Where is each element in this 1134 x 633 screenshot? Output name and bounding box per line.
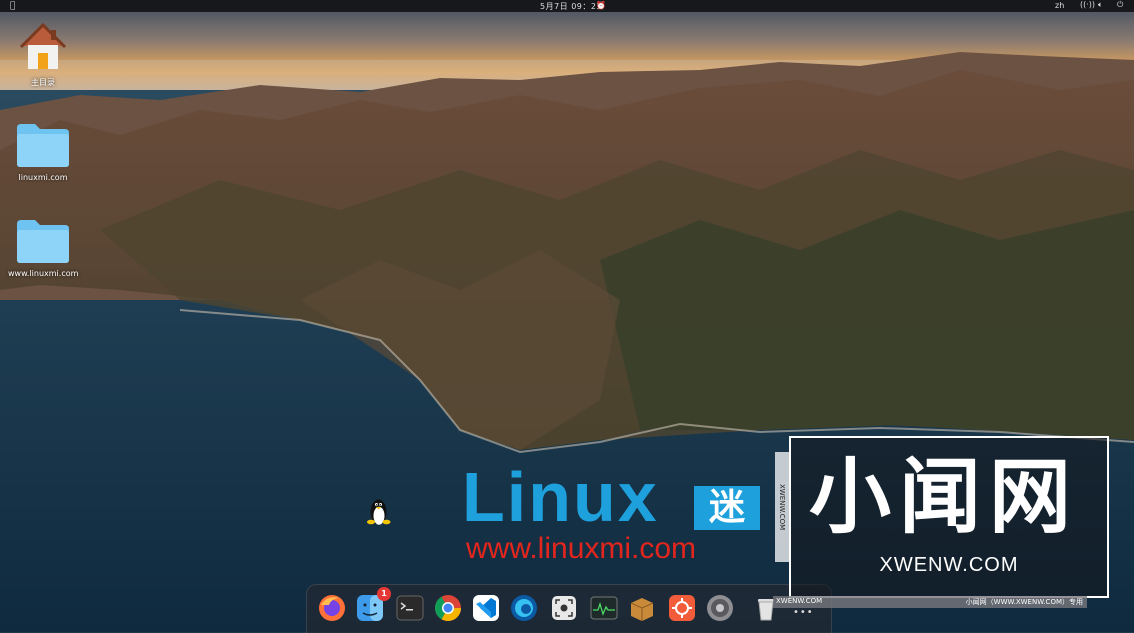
xwenw-vertical-label: XWENW.COM	[775, 452, 789, 562]
system-monitor-icon	[590, 596, 618, 620]
linuxmi-logo-url: www.linuxmi.com	[466, 532, 697, 565]
linuxmi-logo-mi: 迷	[694, 486, 760, 530]
vscode-icon	[473, 595, 499, 621]
dock-settings[interactable]	[705, 593, 735, 623]
apple-menu-icon[interactable]: 	[10, 1, 15, 11]
xwenw-watermark: XWENW.COM 小闻网 XWENW.COM	[775, 436, 1109, 598]
settings-icon	[707, 595, 733, 621]
dock-firefox[interactable]	[317, 593, 347, 623]
network-icon[interactable]: ((·))	[1080, 0, 1095, 9]
edge-icon	[511, 595, 537, 621]
dock-finder[interactable]: 1	[355, 587, 391, 623]
desktop-icon-home[interactable]: 主目录	[8, 20, 78, 88]
dock-more-dots[interactable]: •••	[793, 607, 814, 618]
alarm-icon[interactable]: ⏰	[596, 1, 606, 10]
folder-icon	[17, 220, 69, 263]
xwenw-title: 小闻网	[809, 450, 1080, 545]
chrome-icon	[434, 595, 462, 622]
desktop-icon-folder-linuxmi[interactable]: linuxmi.com	[8, 122, 78, 182]
dock-vscode[interactable]	[471, 593, 501, 623]
volume-icon[interactable]: 🔈︎	[1098, 0, 1103, 10]
dock: 1 •••	[306, 584, 832, 633]
desktop-icon-label: 主目录	[31, 78, 55, 87]
linuxmi-logo-word: Linux	[462, 458, 659, 536]
notification-badge: 1	[377, 587, 391, 601]
clock[interactable]: 5月7日 09：25	[540, 1, 602, 12]
terminal-icon	[396, 595, 424, 621]
desktop-icon-label: www.linuxmi.com	[8, 269, 79, 278]
dock-package-installer[interactable]	[627, 593, 657, 623]
dock-screenshot[interactable]	[549, 593, 579, 623]
power-icon[interactable]: ⏻	[1117, 0, 1123, 10]
dock-app-center[interactable]	[667, 593, 697, 623]
home-icon	[19, 22, 67, 69]
xwenw-subtitle: XWENW.COM	[879, 554, 1019, 576]
tux-logo	[367, 499, 391, 525]
input-language[interactable]: zh	[1055, 1, 1064, 10]
desktop-icon-label: linuxmi.com	[18, 173, 68, 182]
screenshot-icon	[552, 596, 576, 620]
app-center-icon	[669, 595, 695, 621]
folder-icon	[17, 124, 69, 167]
dock-edge[interactable]	[509, 593, 539, 623]
desktop-icon-folder-www-linuxmi[interactable]: www.linuxmi.com	[8, 218, 78, 278]
dock-system-monitor[interactable]	[589, 593, 619, 623]
package-icon	[630, 598, 654, 621]
dock-chrome[interactable]	[433, 593, 463, 623]
top-panel:  5月7日 09：25 ⏰ zh ((·)) 🔈︎ ⏻	[0, 0, 1134, 12]
xwenw-strip-left: XWENW.COM	[776, 597, 823, 605]
xwenw-strip-right: 小闻网（WWW.XWENW.COM）专用	[965, 598, 1083, 606]
firefox-icon	[319, 595, 345, 621]
xwenw-strip: XWENW.COM 小闻网（WWW.XWENW.COM）专用	[773, 596, 1087, 608]
dock-terminal[interactable]	[395, 593, 425, 623]
